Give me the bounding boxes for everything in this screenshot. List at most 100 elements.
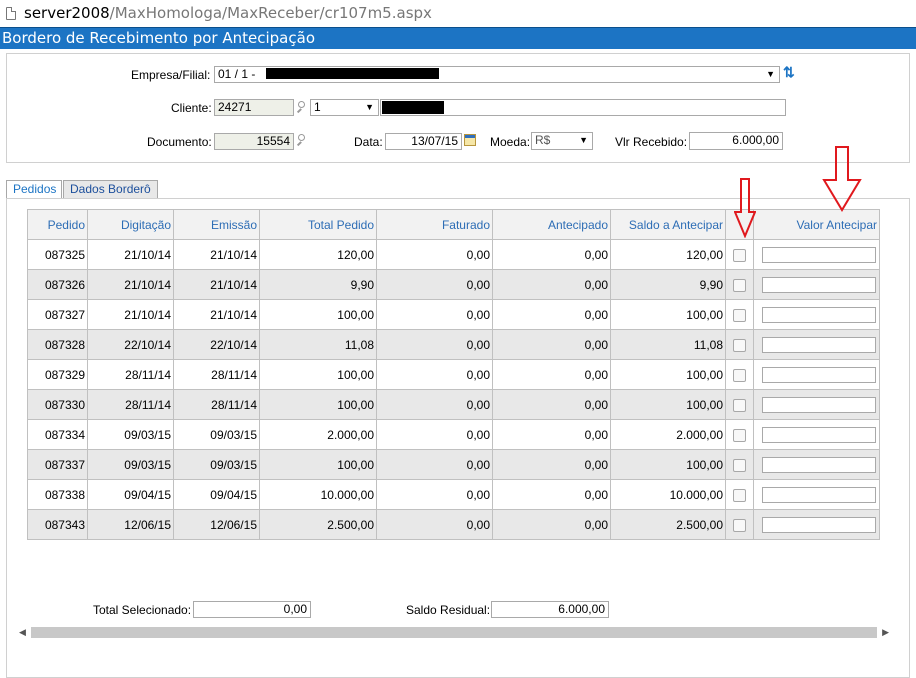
scroll-right-icon[interactable]: ▶: [882, 626, 889, 639]
col-header-digitacao[interactable]: Digitação: [87, 209, 174, 240]
valor-antecipar-input[interactable]: [762, 486, 876, 503]
valor-antecipar-input[interactable]: [762, 516, 876, 533]
table-row[interactable]: 087330 28/11/14 28/11/14 100,00 0,00 0,00 100,…: [27, 389, 880, 420]
cell-pedido: 087337: [27, 449, 88, 480]
total-selecionado-field[interactable]: 0,00: [193, 601, 311, 618]
cliente-code-field[interactable]: 24271: [214, 99, 294, 116]
cliente-select[interactable]: 1 ▼: [310, 99, 379, 116]
row-checkbox[interactable]: [733, 518, 746, 532]
cell-valor-antecipar: [753, 479, 880, 510]
cliente-select-value: 1: [314, 100, 321, 114]
redacted-block: [266, 68, 439, 79]
valor-antecipar-input[interactable]: [762, 426, 876, 443]
cell-pedido: 087327: [27, 299, 88, 330]
tab-pedidos[interactable]: Pedidos: [6, 180, 62, 199]
data-value: 13/07/15: [411, 134, 458, 148]
cell-digitacao: 09/03/15: [87, 419, 174, 450]
moeda-select[interactable]: R$ ▼: [531, 132, 593, 150]
cell-saldo-antecipar: 100,00: [610, 389, 726, 420]
page-title: Bordero de Recebimento por Antecipação: [2, 29, 315, 47]
cell-antecipado: 0,00: [492, 329, 611, 360]
address-bar[interactable]: server2008/MaxHomologa/MaxReceber/cr107m…: [0, 0, 916, 27]
scrollbar-thumb[interactable]: [31, 627, 877, 638]
col-header-antecipado[interactable]: Antecipado: [492, 209, 611, 240]
cell-antecipado: 0,00: [492, 299, 611, 330]
cell-faturado: 0,00: [376, 479, 493, 510]
col-header-emissao[interactable]: Emissão: [173, 209, 260, 240]
moeda-value: R$: [535, 133, 551, 147]
row-checkbox[interactable]: [733, 278, 746, 292]
valor-antecipar-input[interactable]: [762, 336, 876, 353]
cell-emissao: 09/04/15: [173, 479, 260, 510]
col-header-faturado[interactable]: Faturado: [376, 209, 493, 240]
cell-valor-antecipar: [753, 449, 880, 480]
annotation-arrow-icon: [734, 178, 756, 238]
table-row[interactable]: 087343 12/06/15 12/06/15 2.500,00 0,00 0,00 2.…: [27, 509, 880, 540]
cell-total-pedido: 2.000,00: [259, 419, 377, 450]
row-checkbox[interactable]: [733, 488, 746, 502]
documento-label: Documento:: [147, 135, 212, 149]
vlr-recebido-value: 6.000,00: [732, 133, 779, 147]
tab-dados-bordero-label: Dados Borderô: [70, 182, 151, 196]
data-field[interactable]: 13/07/15: [385, 133, 462, 150]
row-checkbox[interactable]: [733, 368, 746, 382]
documento-field[interactable]: 15554: [214, 133, 294, 150]
cell-saldo-antecipar: 10.000,00: [610, 479, 726, 510]
cell-saldo-antecipar: 9,90: [610, 269, 726, 300]
row-checkbox[interactable]: [733, 428, 746, 442]
row-checkbox[interactable]: [733, 338, 746, 352]
col-header-pedido[interactable]: Pedido: [27, 209, 88, 240]
valor-antecipar-input[interactable]: [762, 456, 876, 473]
tab-dados-bordero[interactable]: Dados Borderô: [63, 180, 158, 198]
valor-antecipar-input[interactable]: [762, 306, 876, 323]
cell-emissao: 09/03/15: [173, 419, 260, 450]
url-text[interactable]: server2008/MaxHomologa/MaxReceber/cr107m…: [24, 4, 432, 22]
col-header-saldo-antecipar[interactable]: Saldo a Antecipar: [610, 209, 726, 240]
refresh-icon[interactable]: ⇅: [783, 65, 796, 79]
cell-pedido: 087329: [27, 359, 88, 390]
table-row[interactable]: 087329 28/11/14 28/11/14 100,00 0,00 0,00 100,…: [27, 359, 880, 390]
table-row[interactable]: 087337 09/03/15 09/03/15 100,00 0,00 0,00 100,…: [27, 449, 880, 480]
table-row[interactable]: 087328 22/10/14 22/10/14 11,08 0,00 0,00 11,08: [27, 329, 880, 360]
cell-valor-antecipar: [753, 509, 880, 540]
saldo-residual-field[interactable]: 6.000,00: [491, 601, 609, 618]
empresa-label: Empresa/Filial:: [131, 68, 211, 82]
row-checkbox[interactable]: [733, 308, 746, 322]
cell-antecipado: 0,00: [492, 509, 611, 540]
search-icon[interactable]: [295, 134, 307, 146]
row-checkbox[interactable]: [733, 248, 746, 262]
moeda-label: Moeda:: [490, 135, 531, 149]
cell-valor-antecipar: [753, 269, 880, 300]
valor-antecipar-input[interactable]: [762, 246, 876, 263]
table-row[interactable]: 087326 21/10/14 21/10/14 9,90 0,00 0,00 9,90: [27, 269, 880, 300]
calendar-icon[interactable]: [464, 134, 476, 146]
cell-emissao: 09/03/15: [173, 449, 260, 480]
table-row[interactable]: 087325 21/10/14 21/10/14 120,00 0,00 0,00 120,…: [27, 239, 880, 270]
col-header-total-pedido[interactable]: Total Pedido: [259, 209, 377, 240]
cell-saldo-antecipar: 2.500,00: [610, 509, 726, 540]
vlr-recebido-label: Vlr Recebido:: [615, 135, 688, 149]
search-icon[interactable]: [295, 101, 307, 113]
valor-antecipar-input[interactable]: [762, 396, 876, 413]
table-row[interactable]: 087334 09/03/15 09/03/15 2.000,00 0,00 0,00 2.…: [27, 419, 880, 450]
cell-total-pedido: 10.000,00: [259, 479, 377, 510]
scroll-left-icon[interactable]: ◀: [19, 626, 26, 639]
cell-antecipado: 0,00: [492, 419, 611, 450]
cell-valor-antecipar: [753, 239, 880, 270]
valor-antecipar-input[interactable]: [762, 366, 876, 383]
table-row[interactable]: 087338 09/04/15 09/04/15 10.000,00 0,00 0,00 1…: [27, 479, 880, 510]
vlr-recebido-field[interactable]: 6.000,00: [689, 132, 783, 150]
cell-digitacao: 22/10/14: [87, 329, 174, 360]
cell-faturado: 0,00: [376, 239, 493, 270]
col-header-valor-antecipar[interactable]: Valor Antecipar: [753, 209, 880, 240]
cell-select: [725, 479, 754, 510]
cell-antecipado: 0,00: [492, 389, 611, 420]
valor-antecipar-input[interactable]: [762, 276, 876, 293]
row-checkbox[interactable]: [733, 398, 746, 412]
cell-valor-antecipar: [753, 419, 880, 450]
page-icon: [6, 7, 16, 20]
horizontal-scrollbar[interactable]: ◀ ▶: [16, 626, 892, 639]
table-row[interactable]: 087327 21/10/14 21/10/14 100,00 0,00 0,00 100,…: [27, 299, 880, 330]
row-checkbox[interactable]: [733, 458, 746, 472]
cell-pedido: 087334: [27, 419, 88, 450]
